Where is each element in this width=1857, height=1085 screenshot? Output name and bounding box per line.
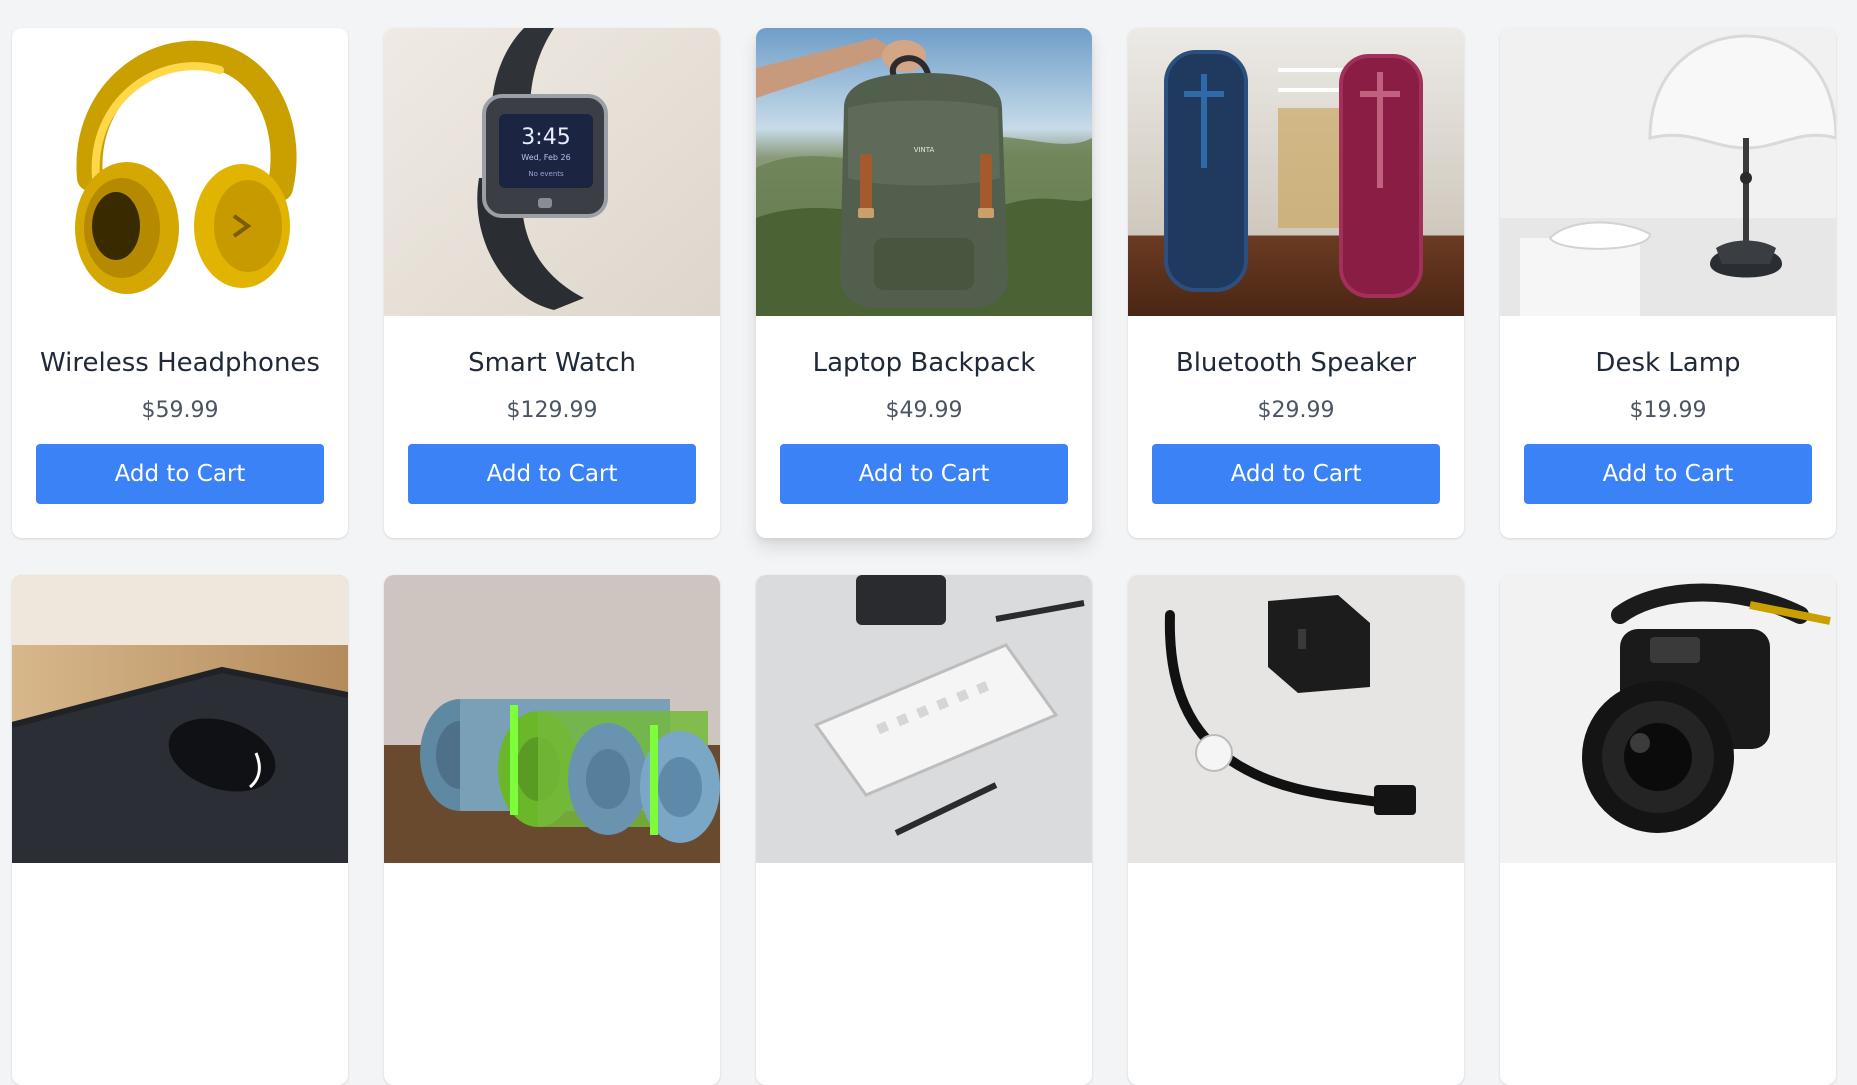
add-to-cart-button[interactable]: Add to Cart [1524, 444, 1812, 505]
product-card-yoga-mat [384, 575, 720, 1085]
product-card-wireless-headphones: Wireless Headphones $59.99 Add to Cart [12, 28, 348, 538]
product-image-headphones[interactable] [12, 28, 348, 316]
product-title: Wireless Headphones [40, 348, 320, 378]
lamp-icon [1500, 28, 1836, 316]
headphones-icon [12, 28, 348, 316]
product-price: $59.99 [141, 398, 219, 424]
product-card-smart-watch: 3:45 Wed, Feb 26 No events Smart Watch $… [384, 28, 720, 538]
product-title: Laptop Backpack [812, 348, 1036, 378]
product-image-speaker[interactable] [1128, 28, 1464, 316]
watch-status: No events [528, 170, 564, 178]
keyboard-icon [756, 575, 1092, 863]
product-card-keyboard [756, 575, 1092, 1085]
watch-time: 3:45 [521, 125, 570, 150]
backpack-icon: VINTA [756, 28, 1092, 316]
product-image-charger[interactable] [1128, 575, 1464, 863]
add-to-cart-button[interactable]: Add to Cart [408, 444, 696, 505]
product-card-desk-lamp: Desk Lamp $19.99 Add to Cart [1500, 28, 1836, 538]
yoga-mat-icon [384, 575, 720, 863]
product-image-mouse[interactable] [12, 575, 348, 863]
watch-date: Wed, Feb 26 [521, 153, 570, 162]
product-card-mouse [12, 575, 348, 1085]
product-title: Bluetooth Speaker [1175, 348, 1417, 378]
product-image-lamp[interactable] [1500, 28, 1836, 316]
product-card-bluetooth-speaker: Bluetooth Speaker $29.99 Add to Cart [1128, 28, 1464, 538]
product-image-backpack[interactable]: VINTA [756, 28, 1092, 316]
add-to-cart-button[interactable]: Add to Cart [1152, 444, 1440, 505]
product-image-yoga-mat[interactable] [384, 575, 720, 863]
add-to-cart-button[interactable]: Add to Cart [36, 444, 324, 505]
backpack-brand: VINTA [914, 146, 935, 154]
product-card-camera [1500, 575, 1836, 1085]
charger-icon [1128, 575, 1464, 863]
product-title: Desk Lamp [1595, 348, 1741, 378]
product-card-charger [1128, 575, 1464, 1085]
mouse-icon [12, 575, 348, 863]
camera-icon [1500, 575, 1836, 863]
smartwatch-icon: 3:45 Wed, Feb 26 No events [384, 28, 720, 316]
product-price: $19.99 [1629, 398, 1707, 424]
product-image-keyboard[interactable] [756, 575, 1092, 863]
add-to-cart-button[interactable]: Add to Cart [780, 444, 1068, 505]
product-price: $29.99 [1257, 398, 1335, 424]
product-title: Smart Watch [468, 348, 636, 378]
product-grid: Wireless Headphones $59.99 Add to Cart 3… [12, 28, 1836, 1085]
speaker-icon [1128, 28, 1464, 316]
product-card-laptop-backpack: VINTA Laptop Backpack $49.99 Add to Cart [756, 28, 1092, 538]
product-price: $129.99 [506, 398, 598, 424]
product-price: $49.99 [885, 398, 963, 424]
product-image-smartwatch[interactable]: 3:45 Wed, Feb 26 No events [384, 28, 720, 316]
product-image-camera[interactable] [1500, 575, 1836, 863]
